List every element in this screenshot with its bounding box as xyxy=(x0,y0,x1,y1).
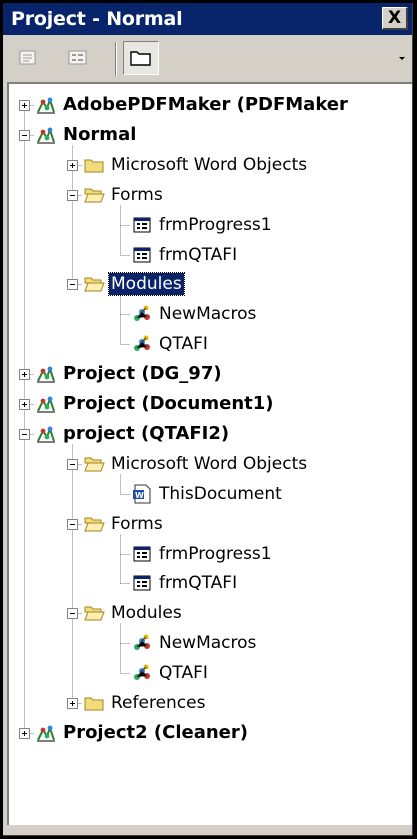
tree-item-label: NewMacros xyxy=(159,633,257,653)
chevron-down-icon[interactable] xyxy=(398,55,406,61)
expand-icon[interactable] xyxy=(19,100,30,111)
tree-item-label: Project (Document1) xyxy=(63,393,274,414)
word-document-icon: W xyxy=(131,483,153,505)
close-button[interactable]: X xyxy=(382,7,408,30)
tree-item[interactable]: NewMacros xyxy=(9,628,412,658)
collapse-icon[interactable] xyxy=(19,429,30,440)
tree-item-label: Modules xyxy=(108,272,185,296)
project-explorer-window: Project - Normal X AdobePDFMaker (PDFMak… xyxy=(3,3,413,836)
tree-item-label: Project (DG_97) xyxy=(63,363,222,384)
tree-item-label: ThisDocument xyxy=(159,484,282,504)
form-icon xyxy=(131,214,153,236)
tree-item[interactable]: QTAFI xyxy=(9,658,412,688)
tree-item[interactable]: Project (DG_97) xyxy=(9,359,412,389)
folder-open-icon xyxy=(83,273,105,295)
tree-item-label: Microsoft Word Objects xyxy=(111,454,308,474)
expand-icon[interactable] xyxy=(19,399,30,410)
tree-item[interactable]: frmQTAFI xyxy=(9,568,412,598)
tree-item[interactable]: Modules xyxy=(9,269,412,299)
form-icon xyxy=(131,244,153,266)
toggle-folders-button[interactable] xyxy=(123,41,159,75)
tree-item-label: Forms xyxy=(111,185,163,205)
toggle-folders-icon xyxy=(130,51,151,66)
expand-icon[interactable] xyxy=(67,698,78,709)
tree-item-label: Microsoft Word Objects xyxy=(111,155,308,175)
window-title: Project - Normal xyxy=(11,8,183,30)
tree-item[interactable]: QTAFI xyxy=(9,329,412,359)
tree-item-label: Modules xyxy=(111,603,182,623)
tree-item[interactable]: References xyxy=(9,688,412,718)
tree-item-label: frmQTAFI xyxy=(159,573,238,593)
project-icon xyxy=(35,393,57,415)
collapse-icon[interactable] xyxy=(67,459,78,470)
view-object-button[interactable] xyxy=(63,43,93,73)
module-icon xyxy=(131,662,153,684)
collapse-icon[interactable] xyxy=(19,130,30,141)
tree-item-label: NewMacros xyxy=(159,304,257,324)
folder-open-icon xyxy=(83,184,105,206)
project-icon xyxy=(35,722,57,744)
tree-item-label: QTAFI xyxy=(159,334,208,354)
tree-item[interactable]: Project (Document1) xyxy=(9,389,412,419)
tree-item-label: project (QTAFI2) xyxy=(63,423,230,444)
project-tree[interactable]: AdobePDFMaker (PDFMaker Normal Microsoft W… xyxy=(7,82,412,825)
folder-open-icon xyxy=(83,602,105,624)
expand-icon[interactable] xyxy=(19,369,30,380)
collapse-icon[interactable] xyxy=(67,279,78,290)
tree-item-label: QTAFI xyxy=(159,663,208,683)
project-icon xyxy=(35,124,57,146)
svg-text:W: W xyxy=(135,491,144,500)
tree-item[interactable]: Forms xyxy=(9,509,412,539)
tree-item[interactable]: frmQTAFI xyxy=(9,240,412,270)
folder-open-icon xyxy=(83,453,105,475)
toolbar xyxy=(3,35,412,81)
title-bar[interactable]: Project - Normal X xyxy=(3,3,412,35)
tree-item[interactable]: Project2 (Cleaner) xyxy=(9,718,412,748)
close-icon: X xyxy=(387,8,402,28)
form-icon xyxy=(131,572,153,594)
tree-item-label: frmProgress1 xyxy=(159,544,272,564)
project-icon xyxy=(35,363,57,385)
tree-item[interactable]: frmProgress1 xyxy=(9,539,412,569)
tree-item[interactable]: NewMacros xyxy=(9,299,412,329)
tree-item-label: Project2 (Cleaner) xyxy=(63,722,248,743)
folder-icon xyxy=(83,692,105,714)
tree-item[interactable]: project (QTAFI2) xyxy=(9,419,412,449)
module-icon xyxy=(131,333,153,355)
form-icon xyxy=(131,543,153,565)
tree-item[interactable]: Microsoft Word Objects xyxy=(9,150,412,180)
tree-item-label: frmProgress1 xyxy=(159,215,272,235)
project-icon xyxy=(35,94,57,116)
collapse-icon[interactable] xyxy=(67,190,78,201)
tree-item-label: Normal xyxy=(63,124,137,145)
project-icon xyxy=(35,423,57,445)
tree-item[interactable]: Modules xyxy=(9,598,412,628)
view-object-icon xyxy=(68,50,87,65)
tree-item[interactable]: W ThisDocument xyxy=(9,479,412,509)
tree-item[interactable]: Microsoft Word Objects xyxy=(9,449,412,479)
collapse-icon[interactable] xyxy=(67,519,78,530)
tree-item-label: AdobePDFMaker (PDFMaker xyxy=(63,94,348,115)
folder-icon xyxy=(83,154,105,176)
tree-item-label: References xyxy=(111,693,206,713)
tree-item[interactable]: Normal xyxy=(9,120,412,150)
module-icon xyxy=(131,303,153,325)
view-code-icon xyxy=(19,50,36,65)
tree-item[interactable]: frmProgress1 xyxy=(9,210,412,240)
expand-icon[interactable] xyxy=(67,160,78,171)
tree-item[interactable]: Forms xyxy=(9,180,412,210)
module-icon xyxy=(131,632,153,654)
tree-item[interactable]: AdobePDFMaker (PDFMaker xyxy=(9,90,412,120)
tree-item-label: Forms xyxy=(111,514,163,534)
expand-icon[interactable] xyxy=(19,728,30,739)
view-code-button[interactable] xyxy=(13,43,43,73)
folder-open-icon xyxy=(83,513,105,535)
collapse-icon[interactable] xyxy=(67,608,78,619)
tree-item-label: frmQTAFI xyxy=(159,245,238,265)
toolbar-separator xyxy=(115,42,117,76)
